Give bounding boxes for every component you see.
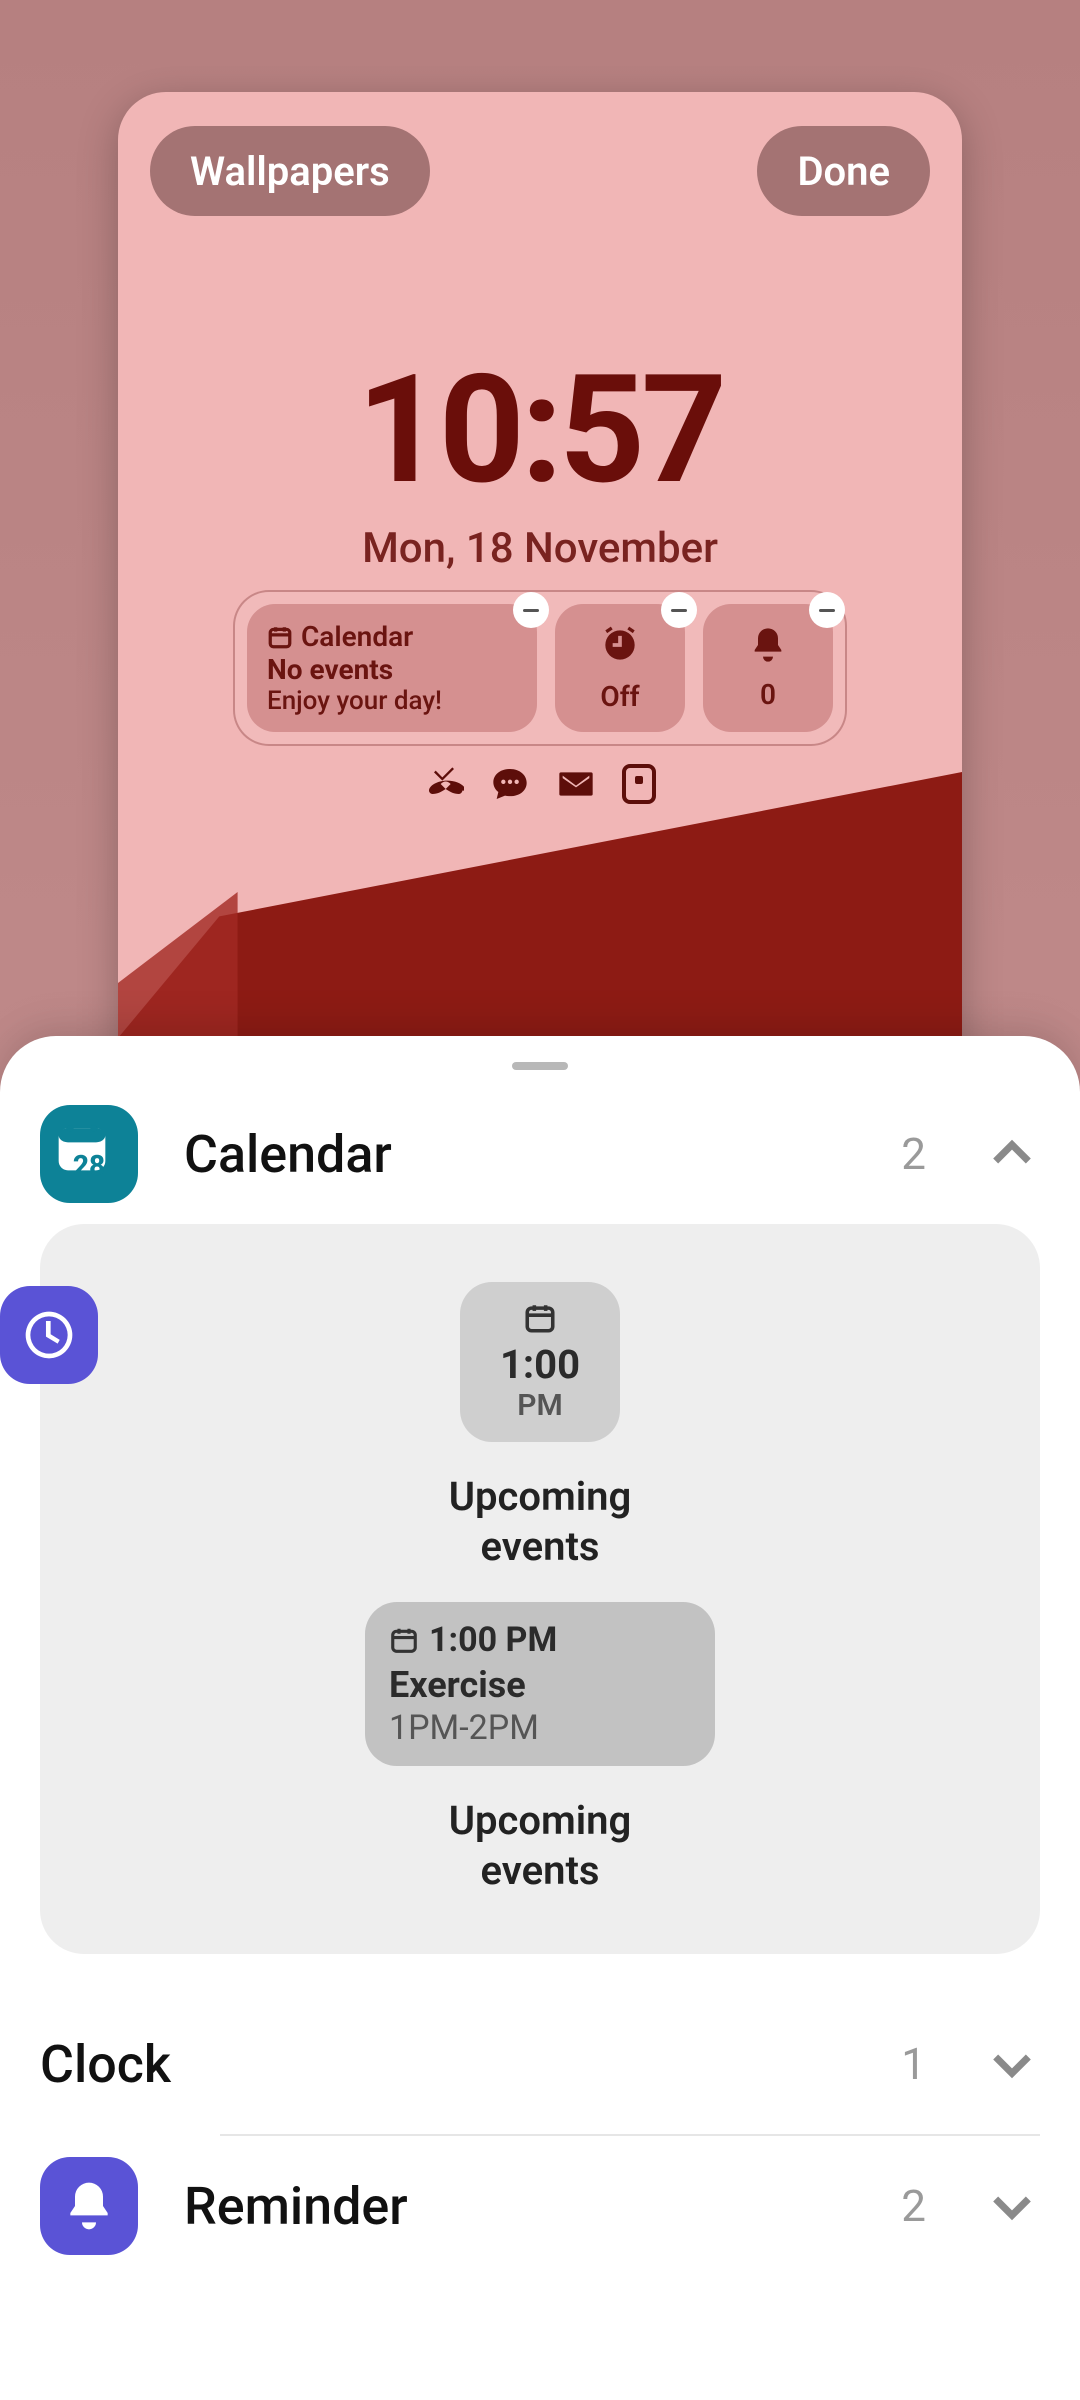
widget-preview-upcoming-wide[interactable]: 1:00 PM Exercise 1PM-2PM xyxy=(365,1602,715,1766)
done-button[interactable]: Done xyxy=(757,126,930,216)
preview-meridiem: PM xyxy=(517,1388,563,1423)
lockscreen-widgets-row[interactable]: Calendar No events Enjoy your day! Off 0 xyxy=(233,590,847,746)
remove-widget-button[interactable] xyxy=(513,592,549,628)
widget-preview-upcoming-small[interactable]: 1:00 PM xyxy=(460,1282,620,1442)
widget-alarm[interactable]: Off xyxy=(555,604,685,732)
widget-calendar[interactable]: Calendar No events Enjoy your day! xyxy=(247,604,537,732)
preview-label: Upcoming events xyxy=(449,1472,632,1572)
lockscreen-preview: Wallpapers Done 10:57 Mon, 18 November C… xyxy=(118,92,962,1152)
remove-widget-button[interactable] xyxy=(809,592,845,628)
calendar-icon-day: 28 xyxy=(54,1149,124,1182)
lockscreen-date[interactable]: Mon, 18 November xyxy=(118,524,962,573)
section-header-clock[interactable]: Clock 1 xyxy=(40,1994,1040,2134)
wallpapers-button[interactable]: Wallpapers xyxy=(150,126,430,216)
widget-calendar-title: Calendar xyxy=(301,620,413,653)
calendar-widget-previews: 1:00 PM Upcoming events 1:00 PM Exercise… xyxy=(40,1224,1040,1954)
remove-widget-button[interactable] xyxy=(661,592,697,628)
chevron-down-icon[interactable] xyxy=(984,2178,1040,2234)
section-count: 2 xyxy=(901,1128,926,1180)
widget-reminder-count: 0 xyxy=(760,678,776,711)
notification-icons-row xyxy=(118,764,962,808)
widgets-sheet[interactable]: 28 Calendar 2 1:00 PM Upcoming events xyxy=(0,1036,1080,2400)
bell-icon xyxy=(748,625,788,672)
mail-icon xyxy=(556,764,596,808)
chevron-up-icon[interactable] xyxy=(984,1126,1040,1182)
preview-event-range: 1PM-2PM xyxy=(389,1708,691,1748)
widget-alarm-caption: Off xyxy=(600,680,639,713)
clock-app-icon xyxy=(0,1286,98,1384)
section-header-reminder[interactable]: Reminder 2 xyxy=(40,2136,1040,2276)
widget-calendar-line2: Enjoy your day! xyxy=(267,686,442,716)
widget-reminder[interactable]: 0 xyxy=(703,604,833,732)
missed-call-icon xyxy=(424,764,464,808)
chevron-down-icon[interactable] xyxy=(984,2036,1040,2092)
calendar-icon xyxy=(389,1625,419,1655)
section-header-calendar[interactable]: 28 Calendar 2 xyxy=(40,1084,1040,1224)
section-title: Clock xyxy=(40,2034,855,2095)
section-count: 2 xyxy=(901,2180,926,2232)
calendar-app-icon: 28 xyxy=(40,1105,138,1203)
system-update-icon xyxy=(622,764,656,804)
reminder-app-icon xyxy=(40,2157,138,2255)
alarm-icon xyxy=(598,623,642,674)
calendar-icon xyxy=(267,624,293,650)
section-title: Reminder xyxy=(184,2176,855,2237)
section-title: Calendar xyxy=(184,1124,855,1185)
lockscreen-time[interactable]: 10:57 xyxy=(118,342,962,518)
sheet-drag-handle[interactable] xyxy=(512,1062,568,1070)
calendar-icon xyxy=(523,1301,557,1339)
section-count: 1 xyxy=(901,2038,926,2090)
preview-label: Upcoming events xyxy=(449,1796,632,1896)
preview-time: 1:00 xyxy=(500,1341,580,1388)
widget-calendar-line1: No events xyxy=(267,653,393,686)
preview-event-title: Exercise xyxy=(389,1664,691,1706)
preview-time: 1:00 PM xyxy=(429,1620,557,1660)
messages-icon xyxy=(490,764,530,808)
